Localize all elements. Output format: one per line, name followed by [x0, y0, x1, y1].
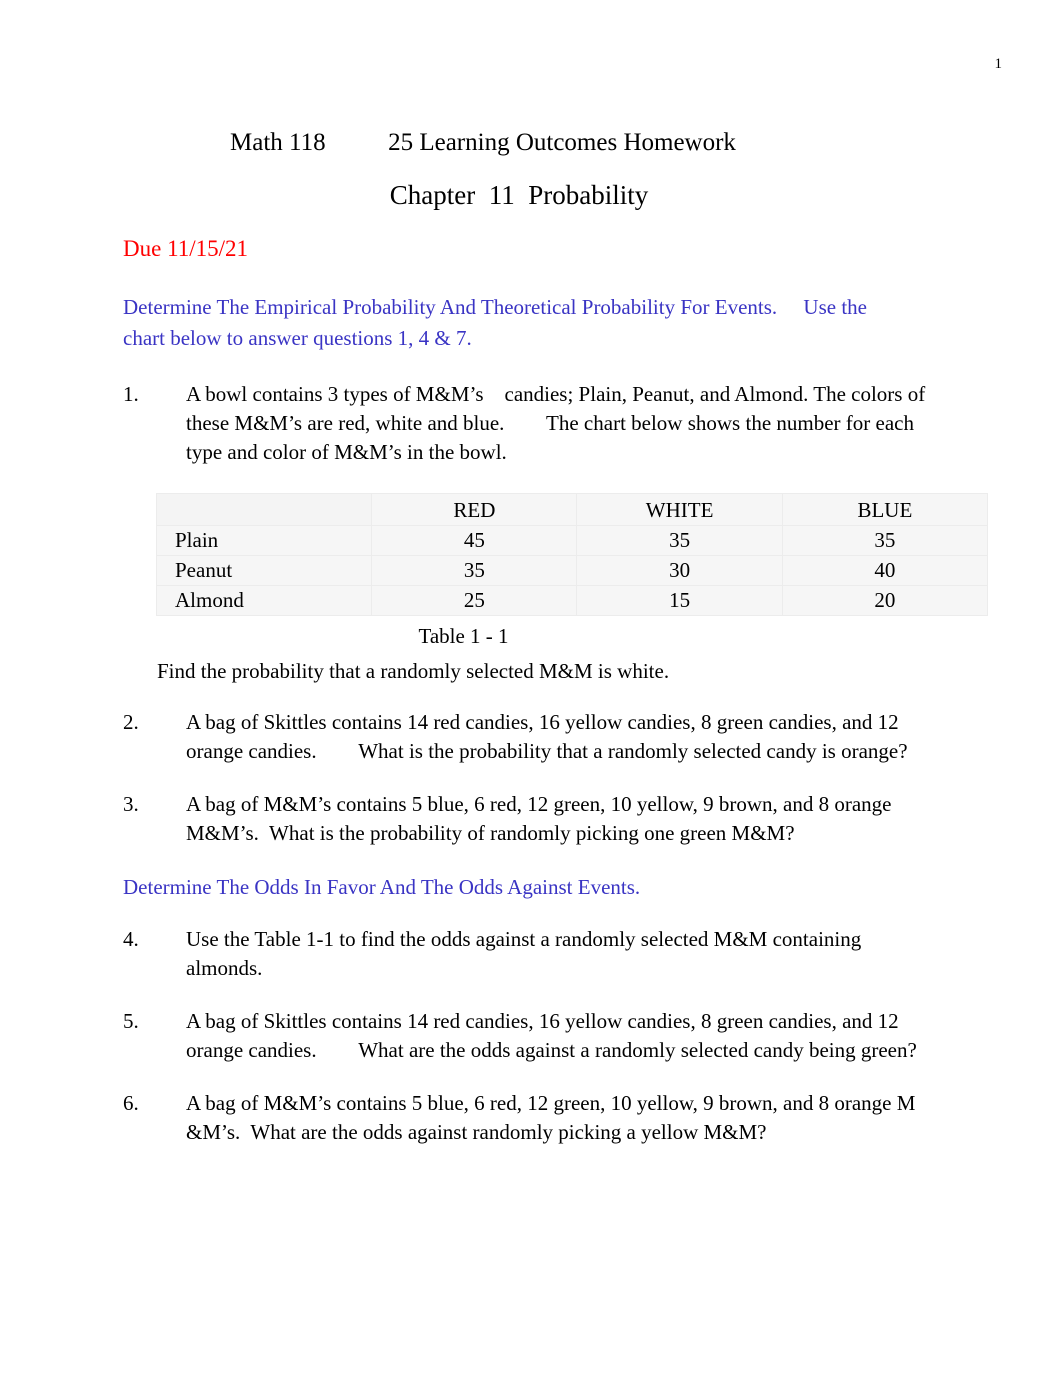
table-caption: Table 1 - 1 [418, 624, 509, 648]
mm-count-table-wrapper: RED WHITE BLUE Plain 45 35 35 Peanut 35 … [123, 493, 989, 651]
table-row-label-plain: Plain [155, 525, 373, 556]
table-row: Plain 45 35 35 [155, 525, 989, 556]
question-item: 5. A bag of Skittles contains 14 red can… [123, 1007, 941, 1065]
section-heading-odds: Determine The Odds In Favor And The Odds… [123, 875, 641, 899]
table-row-label-almond: Almond [155, 585, 373, 616]
table-cell-almond-blue: 20 [781, 585, 989, 616]
question-number: 5. [123, 1009, 139, 1033]
table-cell-plain-white: 35 [576, 525, 783, 556]
table-column-header-white: WHITE [576, 493, 783, 526]
mm-count-table: RED WHITE BLUE Plain 45 35 35 Peanut 35 … [155, 493, 989, 616]
question-text: Use the Table 1-1 to find the odds again… [186, 927, 867, 980]
question-text: A bag of Skittles contains 14 red candie… [186, 1009, 917, 1062]
question-number: 2. [123, 710, 139, 734]
question-item: 6. A bag of M&M’s contains 5 blue, 6 red… [123, 1089, 941, 1147]
table-cell-plain-red: 45 [371, 525, 578, 556]
table-row-label-peanut: Peanut [155, 555, 373, 586]
table-cell-almond-white: 15 [576, 585, 783, 616]
table-corner-cell [155, 493, 373, 526]
table-cell-peanut-red: 35 [371, 555, 578, 586]
question-text: A bag of Skittles contains 14 red candie… [186, 710, 908, 763]
table-cell-plain-blue: 35 [781, 525, 989, 556]
document-content: Math 118 25 Learning Outcomes Homework C… [123, 126, 989, 1171]
table-column-header-blue: BLUE [781, 493, 989, 526]
question-number: 4. [123, 927, 139, 951]
chapter-title: Chapter 11 Probability [389, 180, 649, 210]
table-cell-peanut-white: 30 [576, 555, 783, 586]
question-item: 2. A bag of Skittles contains 14 red can… [123, 708, 941, 766]
question-text: A bag of M&M’s contains 5 blue, 6 red, 1… [186, 1091, 932, 1144]
question-item: 3. A bag of M&M’s contains 5 blue, 6 red… [123, 790, 941, 848]
table-column-header-red: RED [371, 493, 578, 526]
page-number: 1 [994, 56, 1003, 72]
table-cell-almond-red: 25 [371, 585, 578, 616]
table-row: Almond 25 15 20 [155, 585, 989, 616]
table-header-row: RED WHITE BLUE [155, 493, 989, 526]
table-row: Peanut 35 30 40 [155, 555, 989, 586]
document-page: 1 Math 118 25 Learning Outcomes Homework… [0, 0, 1062, 1377]
question-number: 3. [123, 792, 139, 816]
question-text: A bowl contains 3 types of M&M’s candies… [186, 382, 931, 464]
document-title: Math 118 25 Learning Outcomes Homework [230, 129, 736, 156]
table-cell-peanut-blue: 40 [781, 555, 989, 586]
find-probability-prompt: Find the probability that a randomly sel… [157, 659, 670, 683]
due-date: Due 11/15/21 [123, 236, 248, 261]
question-number: 1. [123, 382, 139, 406]
question-number: 6. [123, 1091, 139, 1115]
question-item: 4. Use the Table 1-1 to find the odds ag… [123, 925, 941, 983]
section-heading-empirical-probability: Determine The Empirical Probability And … [123, 295, 873, 350]
question-text: A bag of M&M’s contains 5 blue, 6 red, 1… [186, 792, 913, 845]
question-item: 1. A bowl contains 3 types of M&M’s cand… [123, 380, 941, 467]
